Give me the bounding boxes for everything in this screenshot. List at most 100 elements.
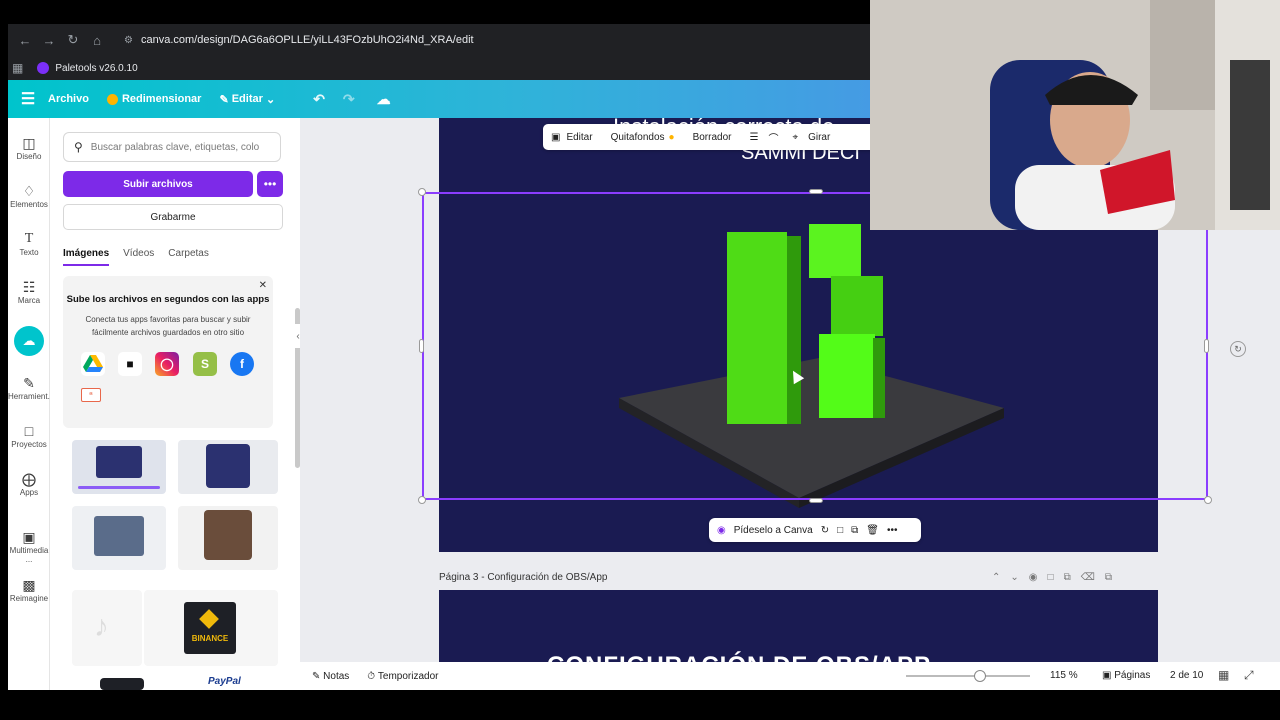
rail-brand[interactable]: ☷ Marca bbox=[8, 278, 50, 305]
resize-handle-right[interactable] bbox=[1204, 339, 1209, 353]
upload-thumbnail[interactable] bbox=[72, 506, 166, 570]
rail-uploads[interactable]: ☁ bbox=[8, 326, 50, 356]
grid-view-icon[interactable]: ▦ bbox=[1218, 668, 1229, 682]
timer-button[interactable]: ⏱ Temporizador bbox=[367, 671, 438, 682]
refresh-icon[interactable]: ↻ bbox=[821, 525, 829, 536]
upload-thumbnail[interactable]: BINANCE bbox=[144, 590, 278, 666]
upload-thumbnail[interactable] bbox=[100, 678, 144, 690]
lock-icon[interactable]: □ bbox=[1048, 572, 1064, 583]
portrait-image bbox=[204, 510, 252, 560]
zoom-slider-knob[interactable] bbox=[974, 670, 987, 682]
forward-icon[interactable]: → bbox=[38, 29, 60, 51]
rail-text[interactable]: T Texto bbox=[8, 230, 50, 257]
notes-label: Notas bbox=[323, 670, 350, 682]
rail-tools[interactable]: ✎ Herramient... bbox=[8, 374, 54, 401]
fullscreen-icon[interactable]: ⤢ bbox=[1244, 668, 1254, 683]
image-toolbar: ▣ Editar Quitafondos ● Borrador ☰ ⌒ ⌖ Gi… bbox=[543, 124, 883, 150]
resize-handle-corner[interactable] bbox=[1204, 496, 1212, 504]
rail-label: Reimagine bbox=[9, 594, 49, 603]
rail-elements[interactable]: ♢ Elementos bbox=[8, 182, 50, 209]
record-button[interactable]: Grabarme bbox=[63, 204, 283, 230]
toolbar-edit-button[interactable]: Editar bbox=[566, 132, 592, 143]
url-text: canva.com/design/DAG6a6OPLLE/yiLL43FOzbU… bbox=[140, 34, 474, 46]
notes-button[interactable]: ✎ Notas bbox=[312, 671, 349, 682]
webcam-streamer-image bbox=[870, 0, 1280, 230]
stream-deck-image bbox=[94, 516, 144, 556]
rail-design[interactable]: ◫ Diseño bbox=[8, 134, 50, 161]
edit-label: Editar bbox=[231, 93, 263, 105]
search-input[interactable]: ⚲ Buscar palabras clave, etiquetas, colo bbox=[63, 132, 281, 162]
address-bar[interactable]: ⚙ canva.com/design/DAG6a6OPLLE/yiLL43FOz… bbox=[118, 28, 878, 52]
bookmark-paletools[interactable]: Paletools v26.0.10 bbox=[55, 63, 137, 74]
crop-icon[interactable]: ⌖ bbox=[792, 132, 798, 143]
upload-button[interactable]: Subir archivos bbox=[63, 171, 253, 197]
zoom-value[interactable]: 115 % bbox=[1050, 670, 1078, 681]
rail-media[interactable]: ▣ Multimedia ... bbox=[8, 528, 50, 564]
chevron-down-icon[interactable]: ⌄ bbox=[1010, 572, 1028, 583]
binance-logo: BINANCE bbox=[184, 602, 236, 654]
quote-app-icon[interactable]: “ bbox=[81, 388, 101, 402]
upload-thumbnail[interactable] bbox=[72, 440, 166, 494]
tab-images[interactable]: Imágenes bbox=[63, 248, 110, 266]
redo-icon[interactable]: ↷ bbox=[343, 91, 355, 108]
cloud-saved-icon[interactable]: ☁ bbox=[377, 91, 391, 108]
page-3-label[interactable]: Página 3 - Configuración de OBS/App bbox=[439, 572, 607, 583]
upload-thumbnail[interactable]: ♪ bbox=[72, 590, 142, 666]
corner-rounding-icon[interactable]: ⌒ bbox=[768, 130, 778, 145]
rail-reimagine[interactable]: ▩ Reimagine bbox=[8, 576, 50, 603]
toolbar-eraser-button[interactable]: Borrador bbox=[693, 132, 732, 143]
chevron-up-icon[interactable]: ⌃ bbox=[992, 572, 1010, 583]
close-icon[interactable]: ✕ bbox=[259, 280, 267, 291]
resize-handle-corner[interactable] bbox=[418, 188, 426, 196]
resize-button[interactable]: Redimensionar bbox=[106, 93, 201, 105]
media-icon: ▣ bbox=[22, 529, 36, 545]
toolbar-bg-remover-button[interactable]: Quitafondos bbox=[611, 132, 665, 143]
trash-icon[interactable]: 🗑 bbox=[866, 525, 879, 536]
lock-icon[interactable]: □ bbox=[837, 525, 843, 536]
pencil-icon: ✎ bbox=[219, 93, 232, 106]
edit-mode-button[interactable]: ✎ Editar ⌄ bbox=[219, 93, 275, 106]
resize-handle-left[interactable] bbox=[419, 339, 424, 353]
reload-icon[interactable]: ↻ bbox=[62, 29, 84, 51]
upload-thumbnail[interactable] bbox=[178, 440, 278, 494]
selection-box[interactable] bbox=[422, 192, 1208, 500]
zoom-slider[interactable] bbox=[906, 675, 1030, 677]
hide-icon[interactable]: ◉ bbox=[1029, 572, 1048, 583]
more-options-icon[interactable]: ••• bbox=[257, 171, 283, 197]
webcam-overlay bbox=[870, 0, 1280, 230]
timer-label: Temporizador bbox=[377, 670, 439, 682]
tab-videos[interactable]: Vídeos bbox=[123, 248, 154, 266]
add-page-icon[interactable]: ⧉ bbox=[1105, 572, 1122, 583]
shopify-icon[interactable]: S bbox=[193, 352, 217, 376]
uploads-tabs: Imágenes Vídeos Carpetas bbox=[63, 248, 223, 266]
menu-icon[interactable]: ☰ bbox=[8, 89, 48, 109]
apps-grid-icon[interactable]: ▦ bbox=[12, 61, 23, 75]
instagram-icon[interactable]: ◯ bbox=[155, 352, 179, 376]
tab-folders[interactable]: Carpetas bbox=[168, 248, 209, 266]
file-menu[interactable]: Archivo bbox=[48, 93, 89, 105]
pages-button[interactable]: ▣ Páginas bbox=[1102, 670, 1150, 681]
resize-handle-top[interactable] bbox=[809, 189, 823, 194]
more-options-icon[interactable]: ••• bbox=[887, 525, 898, 536]
resize-handle-corner[interactable] bbox=[418, 496, 426, 504]
rail-apps[interactable]: ⨁ Apps bbox=[8, 470, 50, 497]
rotate-handle-icon[interactable]: ↻ bbox=[1230, 341, 1246, 357]
undo-icon[interactable]: ↶ bbox=[313, 91, 325, 108]
dropbox-icon[interactable]: ■ bbox=[118, 352, 142, 376]
toolbar-flip-button[interactable]: Girar bbox=[808, 132, 830, 143]
ask-canva-button[interactable]: Pídeselo a Canva bbox=[734, 525, 813, 536]
rail-label: Texto bbox=[19, 248, 39, 257]
google-drive-icon[interactable] bbox=[81, 352, 105, 376]
home-icon[interactable]: ⌂ bbox=[86, 29, 108, 51]
rail-projects[interactable]: □ Proyectos bbox=[8, 422, 50, 449]
duplicate-icon[interactable]: ⧉ bbox=[1064, 572, 1081, 583]
trash-icon[interactable]: ⌫ bbox=[1081, 572, 1105, 583]
resize-handle-bottom[interactable] bbox=[809, 498, 823, 503]
rail-label: Apps bbox=[19, 488, 39, 497]
upload-thumbnail[interactable] bbox=[178, 506, 278, 570]
border-style-icon[interactable]: ☰ bbox=[749, 132, 758, 143]
back-icon[interactable]: ← bbox=[14, 29, 36, 51]
facebook-icon[interactable]: f bbox=[230, 352, 254, 376]
site-info-icon[interactable]: ⚙ bbox=[124, 35, 133, 46]
duplicate-icon[interactable]: ⧉ bbox=[851, 525, 858, 536]
